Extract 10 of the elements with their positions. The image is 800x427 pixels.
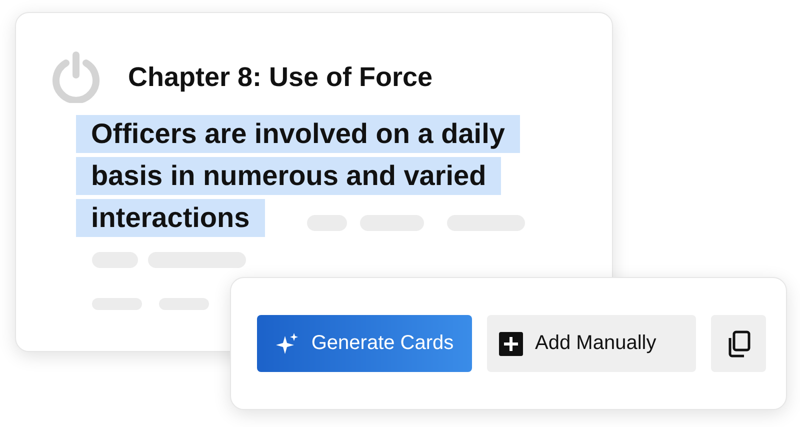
copy-button[interactable] bbox=[711, 315, 766, 372]
chapter-title: Chapter 8: Use of Force bbox=[128, 62, 433, 92]
highlighted-text: Officers are involved on a daily bbox=[76, 115, 520, 153]
add-button[interactable]: Add Manually bbox=[487, 315, 696, 372]
highlighted-text: interactions bbox=[76, 199, 265, 237]
highlighted-text: basis in numerous and varied bbox=[76, 157, 502, 195]
sparkle-icon bbox=[275, 332, 300, 356]
power-icon bbox=[50, 51, 102, 103]
generate-button[interactable]: Generate Cards bbox=[257, 315, 472, 372]
plus-icon bbox=[499, 332, 524, 356]
